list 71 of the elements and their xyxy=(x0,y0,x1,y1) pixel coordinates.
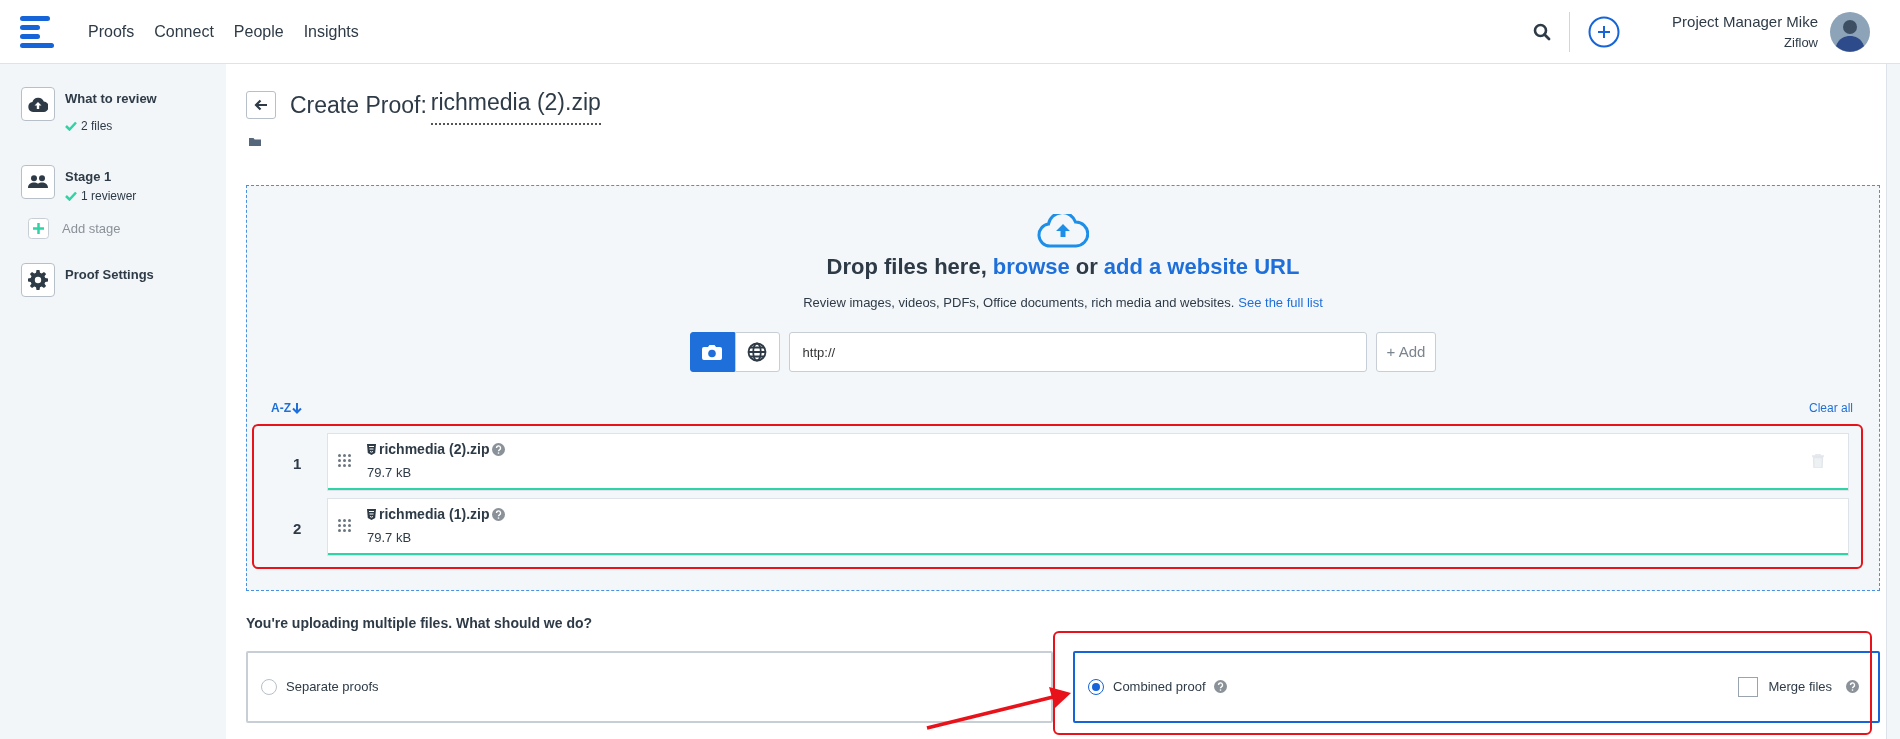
nav-link[interactable]: Insights xyxy=(303,19,359,44)
url-input[interactable]: http:// xyxy=(788,332,1367,372)
drop-heading-or: or xyxy=(1075,252,1098,281)
scrollbar-track[interactable] xyxy=(1886,64,1900,739)
file-name: richmedia (1).zip xyxy=(379,504,490,524)
option-label[interactable]: Separate proofs xyxy=(286,676,379,697)
html-file-icon xyxy=(367,508,376,520)
full-list-link[interactable]: See the full list xyxy=(1238,292,1323,312)
cloud-upload-icon xyxy=(28,96,48,112)
upload-option-card[interactable]: Separate proofs xyxy=(246,650,1053,723)
browse-link[interactable]: browse xyxy=(992,249,1070,283)
help-icon[interactable] xyxy=(1213,680,1227,693)
file-size: 79.7 kB xyxy=(367,528,413,547)
people-icon xyxy=(28,175,48,188)
step-title[interactable]: Stage 1 xyxy=(65,166,137,186)
camera-icon xyxy=(702,344,723,360)
step-icon-tile[interactable] xyxy=(21,263,55,297)
file-position: 1 xyxy=(292,453,303,474)
step-status: 2 files xyxy=(81,117,113,135)
upload-mode-tab[interactable] xyxy=(689,332,735,372)
step-status: 1 reviewer xyxy=(81,188,137,205)
proof-name-field[interactable]: richmedia (2).zip xyxy=(430,85,601,125)
settings-icon xyxy=(28,270,48,290)
add-icon[interactable] xyxy=(1588,15,1621,48)
file-position: 2 xyxy=(292,518,303,539)
drop-heading: Drop files here, xyxy=(826,252,987,281)
add-url-button[interactable]: + Add xyxy=(1375,332,1437,372)
cloud-upload-icon xyxy=(1037,213,1089,248)
user-name: Project Manager Mike xyxy=(1672,11,1818,32)
folder-icon[interactable] xyxy=(249,136,261,148)
drop-zone[interactable] xyxy=(246,184,1880,591)
sort-toggle[interactable]: A-Z xyxy=(271,399,302,417)
nav-link[interactable]: Connect xyxy=(154,19,214,44)
back-arrow-icon xyxy=(254,98,268,111)
help-icon[interactable] xyxy=(492,442,506,456)
file-card[interactable]: richmedia (2).zip 79.7 kB xyxy=(327,433,1849,491)
step-icon-tile[interactable] xyxy=(21,87,55,121)
back-button[interactable] xyxy=(246,90,276,119)
help-icon[interactable] xyxy=(1846,680,1859,693)
step-title[interactable]: What to review xyxy=(65,89,157,109)
merge-files-label[interactable]: Merge files xyxy=(1768,676,1832,697)
drag-handle-icon[interactable] xyxy=(338,454,351,467)
nav-link[interactable]: Proofs xyxy=(88,19,135,44)
globe-icon xyxy=(747,342,768,362)
upload-option-card[interactable]: Combined proof Merge files xyxy=(1073,650,1880,723)
html-file-icon xyxy=(367,443,376,455)
page-title: Create Proof: xyxy=(290,90,427,120)
clear-all-link[interactable]: Clear all xyxy=(1809,399,1855,417)
organization-name: Ziflow xyxy=(1784,34,1818,52)
file-card[interactable]: richmedia (1).zip 79.7 kB xyxy=(327,498,1849,556)
merge-checkbox[interactable] xyxy=(1738,676,1759,697)
website-mode-tab[interactable] xyxy=(734,332,780,372)
avatar-icon[interactable] xyxy=(1830,11,1870,52)
nav-link[interactable]: People xyxy=(233,19,284,44)
step-title[interactable]: Proof Settings xyxy=(65,265,154,285)
help-icon[interactable] xyxy=(492,507,506,521)
sort-arrow-icon xyxy=(292,402,302,414)
step-icon-tile[interactable] xyxy=(21,164,55,199)
radio-button[interactable] xyxy=(1088,678,1104,695)
option-label[interactable]: Combined proof xyxy=(1113,676,1206,697)
search-icon[interactable] xyxy=(1533,22,1552,41)
add-url-link[interactable]: add a website URL xyxy=(1103,249,1300,283)
file-size: 79.7 kB xyxy=(367,463,413,482)
check-icon xyxy=(65,120,77,131)
supported-files-text: Review images, videos, PDFs, Office documents, rich media and websites. xyxy=(803,293,1235,312)
radio-button[interactable] xyxy=(261,678,277,695)
check-icon xyxy=(65,191,77,201)
file-name: richmedia (2).zip xyxy=(379,439,490,459)
logo-icon[interactable] xyxy=(20,15,54,48)
upload-question: You're uploading multiple files. What should we do? xyxy=(246,613,594,633)
drag-handle-icon[interactable] xyxy=(338,519,351,532)
